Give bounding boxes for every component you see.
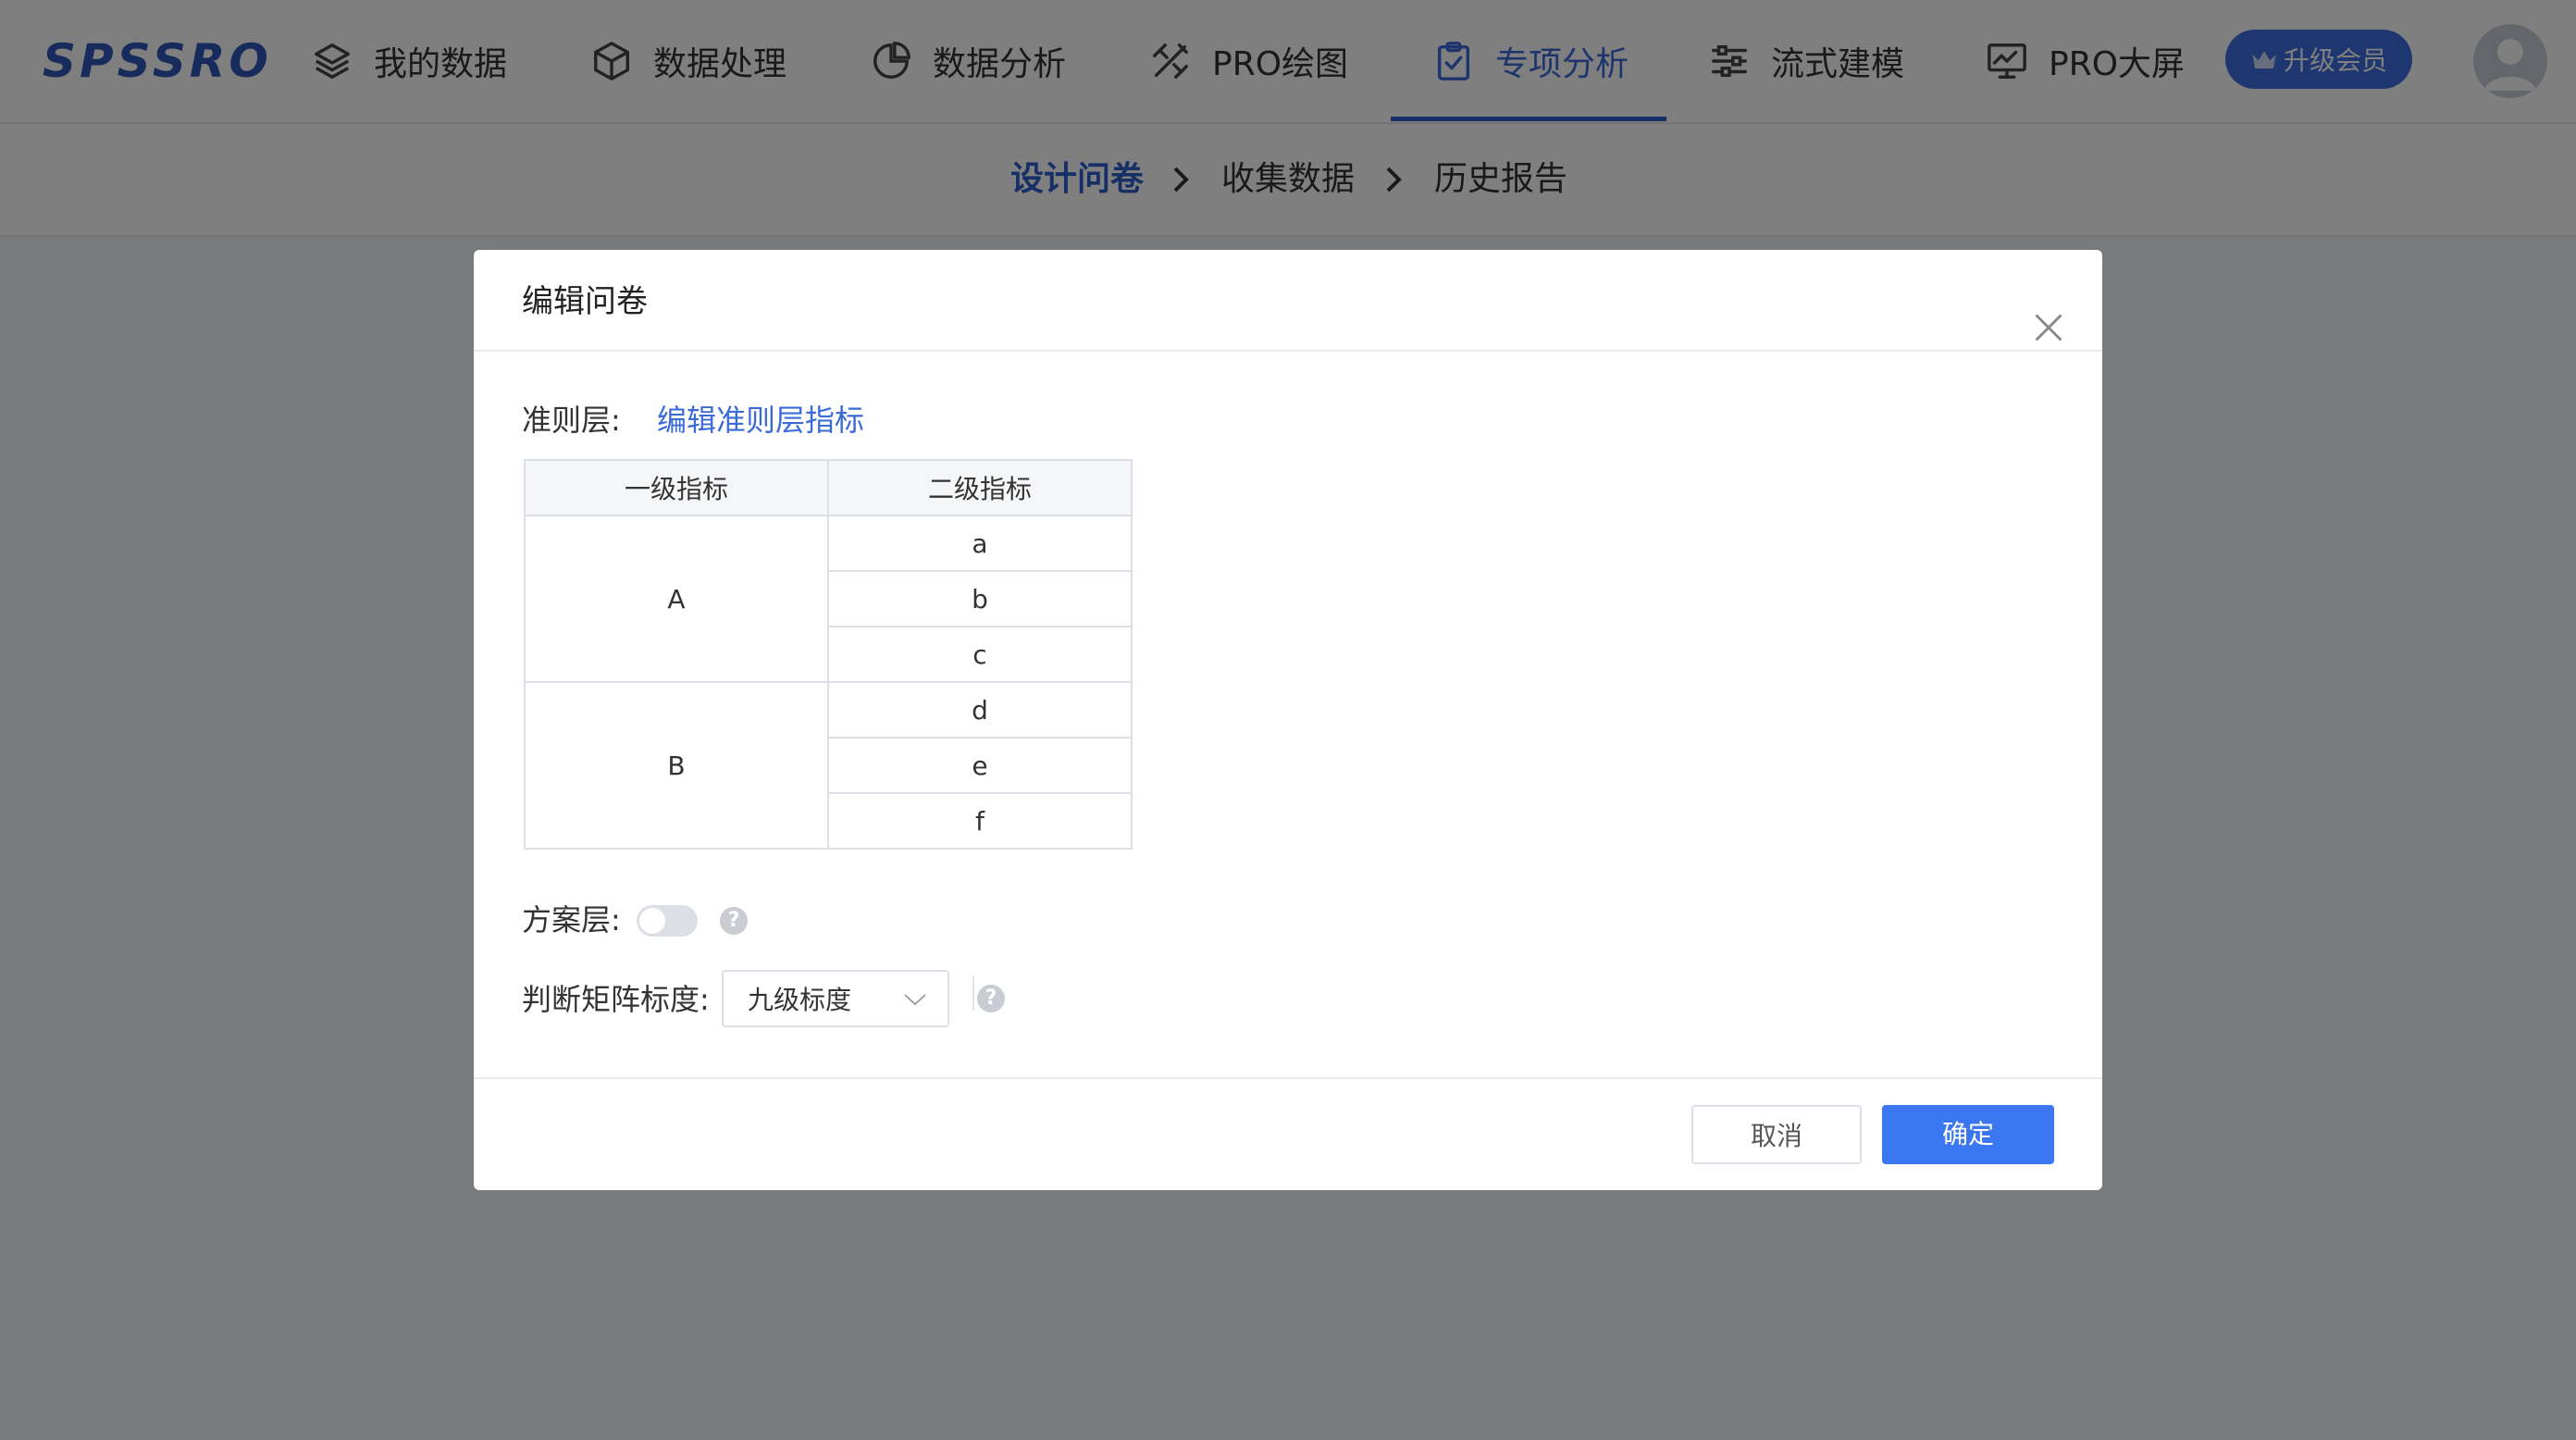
column-header: 二级指标 <box>827 459 1133 516</box>
help-icon[interactable]: ? <box>977 985 1005 1012</box>
secondary-indicator-cell: d <box>827 681 1133 739</box>
header-divider <box>474 350 2102 352</box>
secondary-indicator-cell: b <box>827 570 1133 627</box>
help-icon[interactable]: ? <box>720 907 748 935</box>
secondary-indicator-cell: c <box>827 626 1133 683</box>
indicator-table: 一级指标 二级指标 A a b c B d e f <box>524 459 1133 850</box>
edit-criteria-indicators-link[interactable]: 编辑准则层指标 <box>657 398 864 442</box>
scheme-layer-toggle[interactable] <box>637 905 698 937</box>
judgment-scale-select[interactable]: 九级标度 <box>722 970 949 1027</box>
cancel-button[interactable]: 取消 <box>1691 1105 1862 1164</box>
selected-value: 九级标度 <box>748 985 852 1015</box>
edit-questionnaire-dialog: 编辑问卷 准则层: 编辑准则层指标 一级指标 二级指标 A a b c B d … <box>474 250 2102 1190</box>
toggle-knob <box>639 908 665 934</box>
confirm-button[interactable]: 确定 <box>1882 1105 2054 1164</box>
footer-divider <box>474 1077 2102 1079</box>
table-header-row: 一级指标 二级指标 <box>524 459 1133 516</box>
primary-indicator-cell: B <box>524 681 829 850</box>
dialog-title: 编辑问卷 <box>522 283 648 320</box>
scheme-layer-label: 方案层: <box>522 902 621 937</box>
table-row: A a <box>524 515 1133 683</box>
table-row: B d <box>524 681 1133 850</box>
secondary-indicator-cell: e <box>827 737 1133 794</box>
criteria-layer-label: 准则层: <box>522 403 621 438</box>
judgment-scale-label: 判断矩阵标度: <box>522 982 710 1017</box>
secondary-indicator-cell: a <box>827 515 1133 572</box>
divider <box>972 975 974 1011</box>
primary-indicator-cell: A <box>524 515 829 683</box>
column-header: 一级指标 <box>524 459 829 516</box>
secondary-indicator-cell: f <box>827 792 1133 850</box>
chevron-down-icon <box>904 994 926 1006</box>
close-icon[interactable] <box>2032 311 2065 344</box>
